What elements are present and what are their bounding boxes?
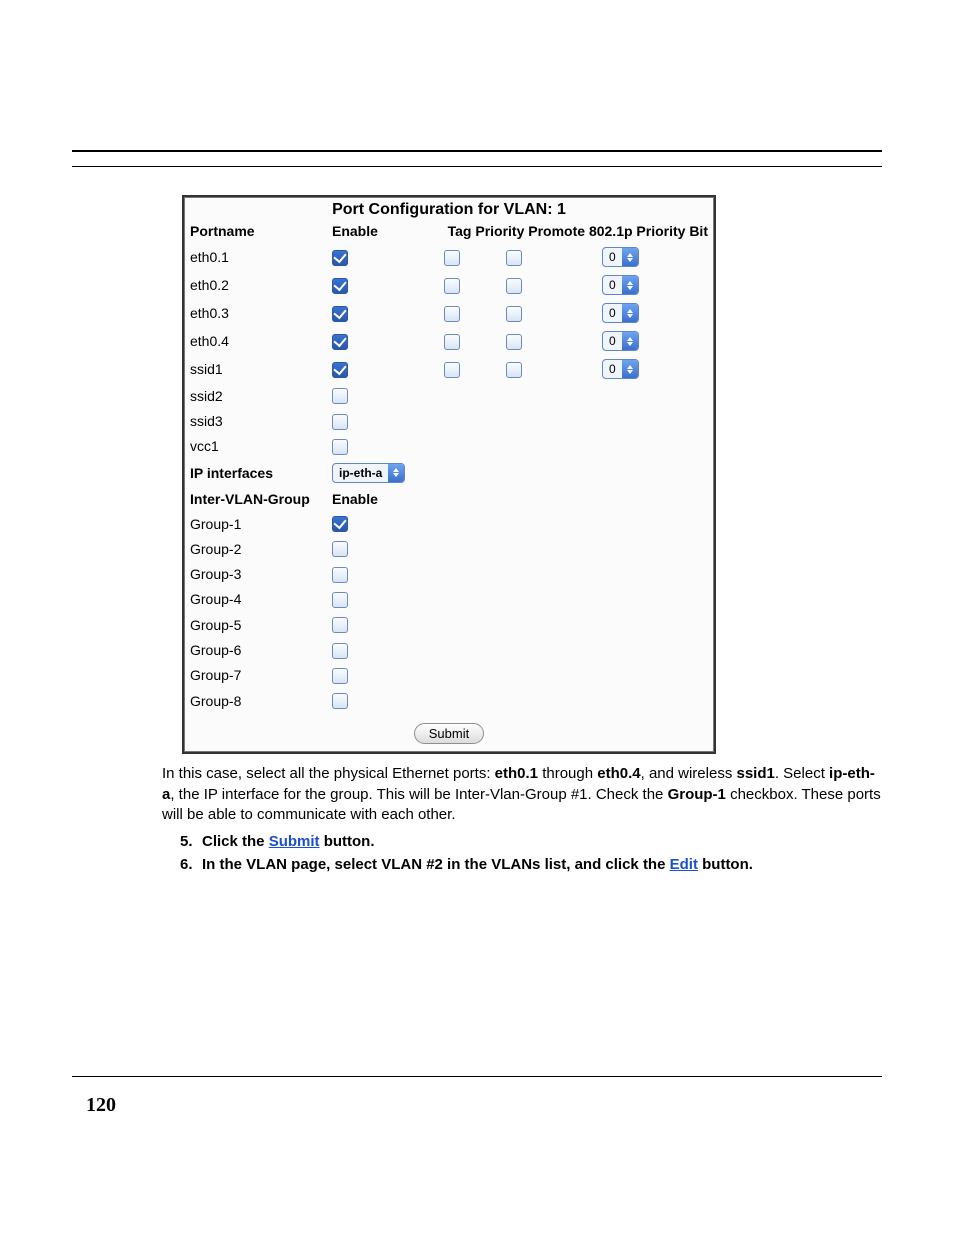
- header-right: Tag Priority Promote 802.1p Priority Bit: [438, 219, 714, 243]
- enable-checkbox-ssid3[interactable]: [332, 414, 348, 430]
- group-row: Group-8: [184, 688, 714, 713]
- port-name: eth0.2: [184, 271, 326, 299]
- header-enable: Enable: [326, 219, 438, 243]
- group-enable-checkbox-Group-7[interactable]: [332, 668, 348, 684]
- instruction-paragraph: In this case, select all the physical Et…: [162, 764, 882, 825]
- priority-bits-select-ssid1[interactable]: 0: [602, 359, 639, 379]
- submit-button[interactable]: Submit: [414, 723, 484, 744]
- group-name: Group-7: [184, 663, 326, 688]
- group-name: Group-3: [184, 561, 326, 586]
- group-row: Group-3: [184, 561, 714, 586]
- tag-checkbox-eth0.2[interactable]: [444, 278, 460, 294]
- group-row: Group-5: [184, 612, 714, 637]
- port-name: vcc1: [184, 434, 326, 459]
- port-row: ssid2: [184, 383, 714, 408]
- priority-bits-select-eth0.4-stepper[interactable]: [622, 332, 638, 350]
- page-number: 120: [86, 1094, 116, 1117]
- priority-bits-select-ssid1-stepper[interactable]: [622, 360, 638, 378]
- para-bold: eth0.1: [495, 765, 538, 782]
- priority-bits-select-eth0.2-stepper[interactable]: [622, 276, 638, 294]
- ip-interfaces-select-value: ip-eth-a: [333, 466, 388, 480]
- sub-rule: [72, 166, 882, 167]
- promote-checkbox-eth0.3[interactable]: [506, 306, 522, 322]
- tag-checkbox-eth0.1[interactable]: [444, 250, 460, 266]
- port-row: eth0.4 0: [184, 327, 714, 355]
- port-name: eth0.4: [184, 327, 326, 355]
- enable-checkbox-ssid1[interactable]: [332, 362, 348, 378]
- enable-checkbox-eth0.4[interactable]: [332, 334, 348, 350]
- priority-bits-select-eth0.3-value: 0: [603, 306, 622, 320]
- port-config-panel: Port Configuration for VLAN: 1 PortnameE…: [182, 195, 716, 754]
- ip-interfaces-select[interactable]: ip-eth-a: [332, 463, 405, 483]
- group-row: Group-6: [184, 637, 714, 662]
- priority-bits-select-eth0.1[interactable]: 0: [602, 247, 639, 267]
- port-row: vcc1: [184, 434, 714, 459]
- priority-bits-select-eth0.3-stepper[interactable]: [622, 304, 638, 322]
- tag-checkbox-eth0.4[interactable]: [444, 334, 460, 350]
- group-row: Group-2: [184, 536, 714, 561]
- priority-bits-select-eth0.1-value: 0: [603, 250, 622, 264]
- ip-interfaces-select-stepper[interactable]: [388, 464, 404, 482]
- promote-checkbox-eth0.4[interactable]: [506, 334, 522, 350]
- step-5: Click the Submit button.: [180, 833, 882, 850]
- port-name: eth0.1: [184, 243, 326, 271]
- port-name: ssid2: [184, 383, 326, 408]
- promote-checkbox-ssid1[interactable]: [506, 362, 522, 378]
- priority-bits-select-eth0.3[interactable]: 0: [602, 303, 639, 323]
- port-row: eth0.1 0: [184, 243, 714, 271]
- step-list: Click the Submit button. In the VLAN pag…: [162, 833, 882, 873]
- port-name: eth0.3: [184, 299, 326, 327]
- group-row: Group-4: [184, 587, 714, 612]
- group-name: Group-2: [184, 536, 326, 561]
- inter-vlan-label: Inter-VLAN-Group: [184, 487, 326, 511]
- enable-checkbox-ssid2[interactable]: [332, 388, 348, 404]
- priority-bits-select-eth0.1-stepper[interactable]: [622, 248, 638, 266]
- promote-checkbox-eth0.1[interactable]: [506, 250, 522, 266]
- group-name: Group-1: [184, 511, 326, 536]
- step-6: In the VLAN page, select VLAN #2 in the …: [180, 856, 882, 873]
- priority-bits-select-eth0.4-value: 0: [603, 334, 622, 348]
- port-name: ssid3: [184, 408, 326, 433]
- group-enable-checkbox-Group-8[interactable]: [332, 693, 348, 709]
- edit-link-text: Edit: [670, 856, 698, 873]
- enable-checkbox-eth0.3[interactable]: [332, 306, 348, 322]
- panel-title: Port Configuration for VLAN: 1: [184, 197, 714, 219]
- port-name: ssid1: [184, 355, 326, 383]
- enable-checkbox-vcc1[interactable]: [332, 439, 348, 455]
- group-name: Group-5: [184, 612, 326, 637]
- priority-bits-select-eth0.2-value: 0: [603, 278, 622, 292]
- group-enable-checkbox-Group-1[interactable]: [332, 516, 348, 532]
- port-row: ssid3: [184, 408, 714, 433]
- tag-checkbox-eth0.3[interactable]: [444, 306, 460, 322]
- tag-checkbox-ssid1[interactable]: [444, 362, 460, 378]
- promote-checkbox-eth0.2[interactable]: [506, 278, 522, 294]
- enable-checkbox-eth0.1[interactable]: [332, 250, 348, 266]
- group-enable-checkbox-Group-2[interactable]: [332, 541, 348, 557]
- group-enable-checkbox-Group-3[interactable]: [332, 567, 348, 583]
- port-row: ssid1 0: [184, 355, 714, 383]
- group-enable-checkbox-Group-5[interactable]: [332, 617, 348, 633]
- group-enable-checkbox-Group-6[interactable]: [332, 643, 348, 659]
- port-row: eth0.2 0: [184, 271, 714, 299]
- enable-checkbox-eth0.2[interactable]: [332, 278, 348, 294]
- para-text: In this case, select all the physical Et…: [162, 765, 495, 782]
- inter-vlan-enable-header: Enable: [326, 487, 438, 511]
- submit-link-text: Submit: [269, 833, 320, 850]
- port-row: eth0.3 0: [184, 299, 714, 327]
- group-name: Group-6: [184, 637, 326, 662]
- group-row: Group-7: [184, 663, 714, 688]
- port-config-table: PortnameEnableTag Priority Promote 802.1…: [184, 219, 714, 713]
- priority-bits-select-ssid1-value: 0: [603, 362, 622, 376]
- priority-bits-select-eth0.2[interactable]: 0: [602, 275, 639, 295]
- header-portname: Portname: [184, 219, 326, 243]
- group-enable-checkbox-Group-4[interactable]: [332, 592, 348, 608]
- priority-bits-select-eth0.4[interactable]: 0: [602, 331, 639, 351]
- group-name: Group-8: [184, 688, 326, 713]
- top-rule: [72, 150, 882, 152]
- footer-rule: [72, 1076, 882, 1077]
- ip-interfaces-label: IP interfaces: [184, 459, 326, 487]
- group-name: Group-4: [184, 587, 326, 612]
- group-row: Group-1: [184, 511, 714, 536]
